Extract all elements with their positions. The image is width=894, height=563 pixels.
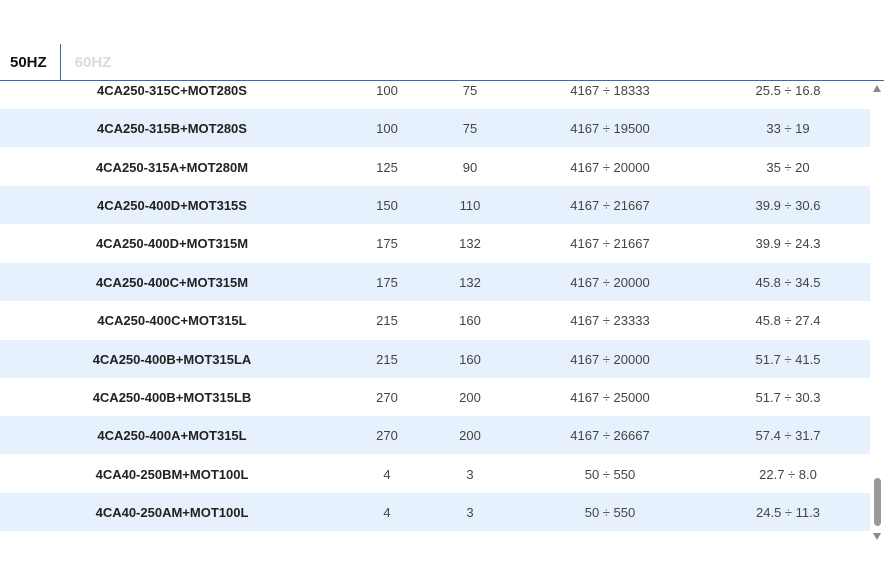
flow-range-cell: 4167 ÷ 25000: [570, 389, 650, 405]
head-range-cell: 33 ÷ 19: [766, 120, 810, 136]
table-row[interactable]: 4CA40-250BM+MOT100L 4 3 50 ÷ 550 22.7 ÷ …: [0, 455, 870, 493]
frequency-tabs: 50HZ 60HZ: [0, 44, 884, 81]
power-cell: 270: [376, 389, 398, 405]
power-cell: 215: [376, 351, 398, 367]
model-cell: 4CA250-315A+MOT280M: [95, 159, 249, 175]
head-range-cell: 51.7 ÷ 30.3: [755, 389, 821, 405]
power-cell: 3: [466, 504, 474, 520]
head-range-cell: 39.9 ÷ 24.3: [755, 235, 821, 251]
table-row[interactable]: 4CA250-400C+MOT315L 215 160 4167 ÷ 23333…: [0, 301, 870, 339]
flow-range-cell: 4167 ÷ 26667: [570, 427, 650, 443]
flow-range-cell: 4167 ÷ 23333: [570, 312, 650, 328]
tab-50hz[interactable]: 50HZ: [0, 44, 61, 80]
head-range-cell: 57.4 ÷ 31.7: [755, 427, 821, 443]
power-cell: 4: [383, 504, 391, 520]
power-cell: 4: [383, 466, 391, 482]
head-range-cell: 35 ÷ 20: [766, 159, 810, 175]
power-cell: 75: [462, 120, 478, 136]
flow-range-cell: 4167 ÷ 21667: [570, 235, 650, 251]
triangle-down-icon[interactable]: [873, 533, 881, 540]
head-range-cell: 45.8 ÷ 27.4: [755, 312, 821, 328]
power-cell: 75: [462, 82, 478, 98]
power-cell: 100: [376, 82, 398, 98]
power-cell: 125: [376, 159, 398, 175]
table-scrollbar[interactable]: [870, 81, 884, 546]
model-cell: 4CA40-250AM+MOT100L: [95, 504, 249, 520]
power-cell: 270: [376, 427, 398, 443]
model-cell: 4CA250-315C+MOT280S: [97, 82, 247, 98]
model-cell: 4CA250-400A+MOT315L: [97, 427, 247, 443]
flow-range-cell: 4167 ÷ 20000: [570, 351, 650, 367]
power-cell: 90: [462, 159, 478, 175]
table-row[interactable]: 4CA250-400D+MOT315M 175 132 4167 ÷ 21667…: [0, 224, 870, 262]
head-range-cell: 45.8 ÷ 34.5: [755, 274, 821, 290]
power-cell: 132: [459, 235, 481, 251]
table-row[interactable]: 4CA250-315A+MOT280M 125 90 4167 ÷ 20000 …: [0, 148, 870, 186]
power-cell: 160: [459, 351, 481, 367]
power-cell: 3: [466, 466, 474, 482]
power-cell: 175: [376, 274, 398, 290]
scroll-thumb[interactable]: [874, 478, 881, 526]
table-row[interactable]: 4CA250-400B+MOT315LA 215 160 4167 ÷ 2000…: [0, 340, 870, 378]
flow-range-cell: 4167 ÷ 20000: [570, 159, 650, 175]
table-row[interactable]: 4CA40-250AM+MOT100L 4 3 50 ÷ 550 24.5 ÷ …: [0, 493, 870, 531]
power-cell: 150: [376, 197, 398, 213]
head-range-cell: 22.7 ÷ 8.0: [759, 466, 817, 482]
flow-range-cell: 4167 ÷ 20000: [570, 274, 650, 290]
triangle-up-icon[interactable]: [873, 85, 881, 92]
flow-range-cell: 50 ÷ 550: [584, 466, 636, 482]
table-row[interactable]: 4CA250-315C+MOT280S 100 75 4167 ÷ 18333 …: [0, 81, 870, 109]
power-cell: 160: [459, 312, 481, 328]
power-cell: 132: [459, 274, 481, 290]
power-cell: 200: [459, 427, 481, 443]
head-range-cell: 51.7 ÷ 41.5: [755, 351, 821, 367]
model-cell: 4CA250-315B+MOT280S: [97, 120, 247, 136]
table-row[interactable]: 4CA250-400D+MOT315S 150 110 4167 ÷ 21667…: [0, 186, 870, 224]
power-cell: 175: [376, 235, 398, 251]
table-row[interactable]: 4CA250-400C+MOT315M 175 132 4167 ÷ 20000…: [0, 263, 870, 301]
model-cell: 4CA250-400C+MOT315M: [95, 274, 249, 290]
table-row[interactable]: 4CA250-315B+MOT280S 100 75 4167 ÷ 19500 …: [0, 109, 870, 147]
flow-range-cell: 4167 ÷ 18333: [570, 82, 650, 98]
flow-range-cell: 50 ÷ 550: [584, 504, 636, 520]
tab-60hz[interactable]: 60HZ: [61, 44, 122, 80]
head-range-cell: 25.5 ÷ 16.8: [755, 82, 821, 98]
model-cell: 4CA250-400B+MOT315LB: [92, 389, 252, 405]
model-cell: 4CA250-400D+MOT315S: [97, 197, 247, 213]
model-cell: 4CA40-250BM+MOT100L: [95, 466, 249, 482]
model-cell: 4CA250-400B+MOT315LA: [92, 351, 252, 367]
power-cell: 110: [459, 197, 481, 213]
table-row[interactable]: 4CA250-400B+MOT315LB 270 200 4167 ÷ 2500…: [0, 378, 870, 416]
flow-range-cell: 4167 ÷ 21667: [570, 197, 650, 213]
power-cell: 100: [376, 120, 398, 136]
table-row[interactable]: 4CA250-400A+MOT315L 270 200 4167 ÷ 26667…: [0, 416, 870, 454]
power-cell: 215: [376, 312, 398, 328]
flow-range-cell: 4167 ÷ 19500: [570, 120, 650, 136]
head-range-cell: 39.9 ÷ 30.6: [755, 197, 821, 213]
model-cell: 4CA250-400C+MOT315L: [97, 312, 247, 328]
power-cell: 200: [459, 389, 481, 405]
product-table: 4CA250-315C+MOT280S 100 75 4167 ÷ 18333 …: [0, 81, 870, 532]
model-cell: 4CA250-400D+MOT315M: [95, 235, 249, 251]
head-range-cell: 24.5 ÷ 11.3: [756, 504, 820, 520]
